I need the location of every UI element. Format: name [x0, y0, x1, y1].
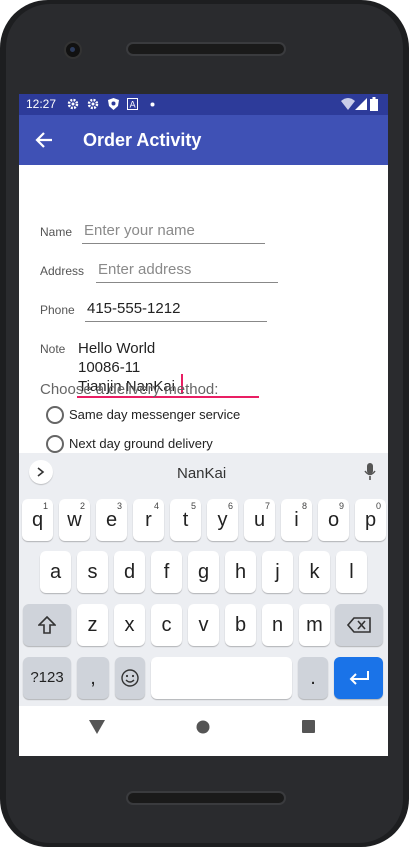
arrow-left-icon[interactable] [35, 131, 53, 149]
key-y[interactable]: y6 [207, 499, 238, 541]
enter-arrow-icon [349, 671, 369, 685]
back-triangle-icon[interactable] [89, 720, 105, 734]
wifi-icon [341, 98, 355, 110]
bottom-speaker [126, 791, 286, 805]
key-f[interactable]: f [151, 551, 182, 593]
chevron-right-icon [37, 467, 45, 477]
microphone-icon[interactable] [364, 463, 376, 481]
svg-text:A: A [130, 101, 137, 111]
key-w[interactable]: w2 [59, 499, 90, 541]
symbols-key[interactable]: ?123 [23, 657, 71, 699]
address-label: Address [40, 264, 85, 278]
front-camera [64, 41, 82, 59]
key-q[interactable]: q1 [22, 499, 53, 541]
emoji-key[interactable] [115, 657, 145, 699]
key-v[interactable]: v [188, 604, 219, 646]
note-line: 10086-11 [78, 359, 141, 376]
address-underline [96, 282, 278, 283]
key-r[interactable]: r4 [133, 499, 164, 541]
key-a[interactable]: a [40, 551, 71, 593]
key-u[interactable]: u7 [244, 499, 275, 541]
app-bar: Order Activity [19, 115, 388, 165]
note-label: Note [40, 342, 66, 356]
suggestion-word[interactable]: NanKai [177, 465, 226, 482]
gear-icon [87, 98, 99, 110]
name-field[interactable]: Enter your name [84, 222, 195, 239]
key-p[interactable]: p0 [355, 499, 386, 541]
status-bar: 12:27 A [19, 94, 388, 115]
navigation-bar [19, 706, 388, 756]
space-key[interactable] [151, 657, 292, 699]
key-l[interactable]: l [336, 551, 367, 593]
key-e[interactable]: e3 [96, 499, 127, 541]
phone-underline [85, 321, 267, 322]
phone-label: Phone [40, 303, 75, 317]
enter-key[interactable] [334, 657, 383, 699]
option-same-day[interactable]: Same day messenger service [69, 407, 240, 422]
key-s[interactable]: s [77, 551, 108, 593]
key-k[interactable]: k [299, 551, 330, 593]
comma-key[interactable]: , [77, 657, 109, 699]
home-circle-icon[interactable] [196, 720, 210, 734]
status-time: 12:27 [26, 97, 57, 111]
key-z[interactable]: z [77, 604, 108, 646]
expand-suggestions-button[interactable] [29, 460, 53, 484]
shield-icon [108, 98, 119, 110]
signal-icon [355, 98, 367, 110]
radio-next-day[interactable] [46, 435, 64, 453]
shift-key[interactable] [23, 604, 71, 646]
key-h[interactable]: h [225, 551, 256, 593]
recents-square-icon[interactable] [302, 720, 315, 733]
radio-same-day[interactable] [46, 406, 64, 424]
backspace-key[interactable] [335, 604, 383, 646]
gear-icon [67, 98, 79, 110]
key-o[interactable]: o9 [318, 499, 349, 541]
key-j[interactable]: j [262, 551, 293, 593]
key-i[interactable]: i8 [281, 499, 312, 541]
dot-icon [150, 102, 155, 107]
delivery-heading: Choose a delivery method: [40, 381, 219, 398]
a-icon: A [127, 98, 138, 110]
name-label: Name [40, 225, 73, 239]
page-title: Order Activity [83, 130, 202, 150]
key-n[interactable]: n [262, 604, 293, 646]
backspace-icon [347, 617, 371, 633]
emoji-icon [121, 669, 139, 687]
shift-arrow-icon [38, 616, 56, 634]
key-c[interactable]: c [151, 604, 182, 646]
key-b[interactable]: b [225, 604, 256, 646]
key-m[interactable]: m [299, 604, 330, 646]
phone-field[interactable]: 415-555-1212 [87, 300, 180, 317]
battery-icon [370, 97, 378, 111]
key-d[interactable]: d [114, 551, 145, 593]
key-g[interactable]: g [188, 551, 219, 593]
note-line: Hello World [78, 340, 156, 357]
key-x[interactable]: x [114, 604, 145, 646]
screen: 12:27 A Order Activity Name Enter your n… [19, 94, 388, 756]
key-t[interactable]: t5 [170, 499, 201, 541]
option-next-day[interactable]: Next day ground delivery [69, 436, 213, 451]
name-underline [82, 243, 265, 244]
period-key[interactable]: . [298, 657, 328, 699]
soft-keyboard: NanKai q1w2e3r4t5y6u7i8o9p0 asdfghjkl zx… [19, 453, 388, 706]
address-field[interactable]: Enter address [98, 261, 191, 278]
top-speaker [126, 42, 286, 56]
